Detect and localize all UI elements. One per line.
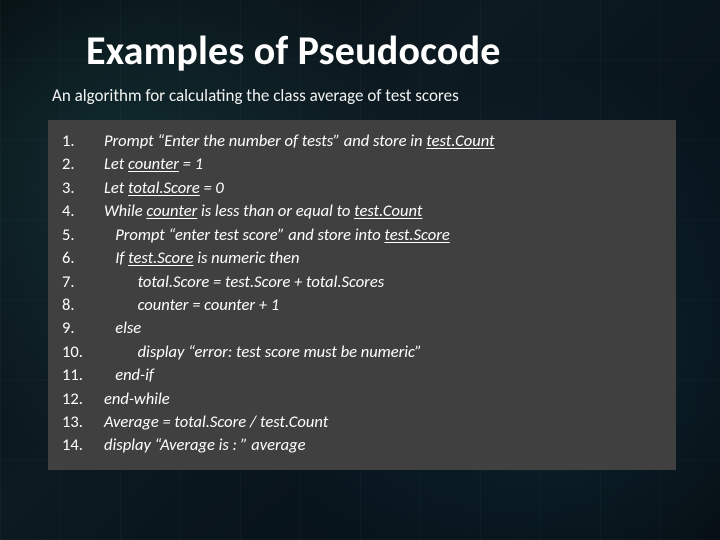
code-line: Let counter = 1	[62, 153, 662, 176]
slide-subtitle: An algorithm for calculating the class a…	[52, 85, 672, 106]
code-line: Average = total.Score / test.Count	[62, 411, 662, 434]
code-text: Average = total.Score / test.Count	[104, 411, 328, 434]
code-text: Prompt “Enter the number of tests” and s…	[104, 131, 426, 151]
pseudocode-list: Prompt “Enter the number of tests” and s…	[62, 130, 662, 458]
code-line: display “error: test score must be numer…	[62, 341, 662, 364]
variable: total.Score	[128, 178, 200, 198]
code-line: counter = counter + 1	[62, 294, 662, 317]
variable: test.Score	[128, 248, 193, 268]
code-text: total.Score = test.Score + total.Scores	[104, 271, 384, 294]
code-text: Let	[104, 178, 128, 198]
variable: counter	[128, 154, 179, 174]
code-line: else	[62, 317, 662, 340]
slide-title: Examples of Pseudocode	[86, 26, 672, 75]
pseudocode-box: Prompt “Enter the number of tests” and s…	[48, 120, 676, 470]
code-line: display “Average is : ” average	[62, 434, 662, 457]
code-text: = 0	[200, 178, 224, 198]
code-text: While	[104, 201, 146, 221]
variable: counter	[146, 201, 197, 221]
variable: test.Count	[354, 201, 422, 221]
code-text: display “Average is : ” average	[104, 434, 306, 457]
code-line: If test.Score is numeric then	[62, 247, 662, 270]
code-text: display “error: test score must be numer…	[104, 341, 422, 364]
code-text: counter = counter + 1	[104, 294, 279, 317]
code-text: = 1	[179, 154, 203, 174]
code-line: Let total.Score = 0	[62, 177, 662, 200]
code-text: is less than or equal to	[197, 201, 354, 221]
code-text: end-if	[104, 364, 154, 387]
code-text: else	[104, 317, 141, 340]
slide: Examples of Pseudocode An algorithm for …	[0, 0, 720, 540]
code-text: If	[104, 248, 128, 268]
variable: test.Count	[426, 131, 494, 151]
code-line: While counter is less than or equal to t…	[62, 200, 662, 223]
code-line: Prompt “Enter the number of tests” and s…	[62, 130, 662, 153]
code-line: Prompt “enter test score” and store into…	[62, 224, 662, 247]
code-text: end-while	[104, 388, 170, 411]
code-line: end-if	[62, 364, 662, 387]
code-line: total.Score = test.Score + total.Scores	[62, 271, 662, 294]
code-text: is numeric then	[193, 248, 299, 268]
code-line: end-while	[62, 388, 662, 411]
code-text: Let	[104, 154, 128, 174]
variable: test.Score	[384, 225, 449, 245]
code-text: Prompt “enter test score” and store into	[104, 225, 384, 245]
